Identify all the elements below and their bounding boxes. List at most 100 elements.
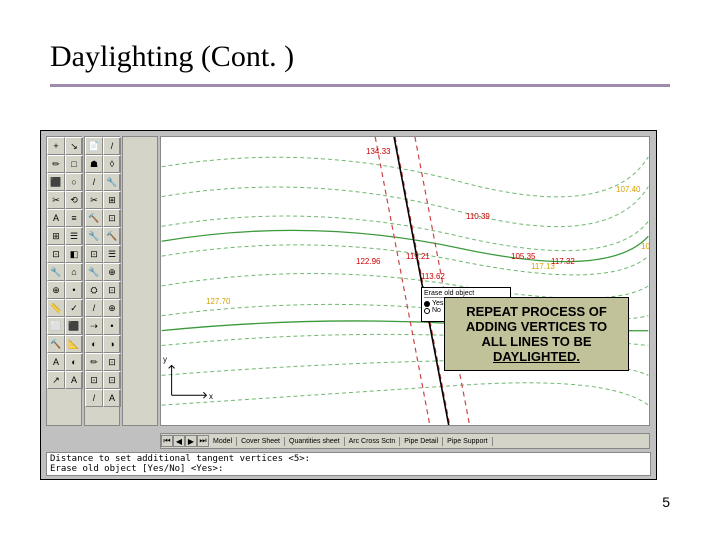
- tool-button[interactable]: ◐: [65, 353, 83, 371]
- drawing-canvas[interactable]: y x 134.33 110.39 107.40 122.96 119.21 113.62…: [160, 136, 650, 426]
- tool-button[interactable]: /: [85, 299, 103, 317]
- tool-button[interactable]: ⊡: [85, 371, 103, 389]
- title-divider: [50, 84, 670, 87]
- callout-line: ADDING VERTICES TO: [453, 319, 620, 334]
- instruction-callout: REPEAT PROCESS OF ADDING VERTICES TO ALL…: [444, 297, 629, 371]
- tool-button[interactable]: 🔧: [47, 263, 65, 281]
- tool-button[interactable]: +: [47, 137, 65, 155]
- tool-button[interactable]: ☗: [85, 155, 103, 173]
- tool-button[interactable]: ⊕: [103, 263, 121, 281]
- axis-y-label: y: [163, 355, 167, 364]
- tool-button[interactable]: 🔧: [103, 173, 121, 191]
- tool-button[interactable]: 📐: [65, 335, 83, 353]
- tool-button[interactable]: ⊕: [103, 299, 121, 317]
- cad-screenshot: +↘✏□⬛○✂⟲A≡⊞☰⊡◧🔧⌂⊕•📏✓⬜⬛🔨📐A◐↗A 📄/☗◊/🔧✂⊞🔨⊡🔧…: [40, 130, 657, 480]
- sheet-tab[interactable]: Pipe Detail: [400, 437, 443, 446]
- left-toolbar-2: 📄/☗◊/🔧✂⊞🔨⊡🔧🔨⊡☰🔧⊕⛭⊡/⊕⇢•◐◑✏⊡⊡⊡/A: [84, 136, 120, 426]
- tool-button[interactable]: ◧: [65, 245, 83, 263]
- sheet-tab[interactable]: Pipe Support: [443, 437, 492, 446]
- elevation-label: 105.35: [511, 252, 535, 261]
- tool-button[interactable]: A: [65, 371, 83, 389]
- dialog-no[interactable]: No: [432, 307, 441, 314]
- tool-button[interactable]: A: [47, 209, 65, 227]
- tool-button[interactable]: ⊞: [103, 191, 121, 209]
- tool-button[interactable]: A: [103, 389, 121, 407]
- tool-button[interactable]: ⬜: [47, 317, 65, 335]
- tool-button[interactable]: ✏: [85, 353, 103, 371]
- tool-button[interactable]: ✏: [47, 155, 65, 173]
- tool-button[interactable]: /: [103, 137, 121, 155]
- elevation-label: 122.96: [356, 257, 380, 266]
- tab-last-icon[interactable]: ⏭: [197, 435, 209, 447]
- tool-button[interactable]: ⊞: [47, 227, 65, 245]
- tool-button[interactable]: ⇢: [85, 317, 103, 335]
- tool-button[interactable]: ⊡: [103, 371, 121, 389]
- tool-button[interactable]: ⛭: [85, 281, 103, 299]
- tool-button[interactable]: ≡: [65, 209, 83, 227]
- elevation-label: 113.62: [421, 272, 445, 281]
- tool-button[interactable]: A: [47, 353, 65, 371]
- tool-button[interactable]: ⬛: [65, 317, 83, 335]
- tool-button[interactable]: 🔨: [47, 335, 65, 353]
- elevation-label: 127.70: [206, 297, 230, 306]
- tool-button[interactable]: ⊡: [85, 245, 103, 263]
- toolbar-spacer: [122, 136, 158, 426]
- elevation-label: 107.40: [616, 185, 640, 194]
- tool-button[interactable]: ☰: [65, 227, 83, 245]
- sheet-tab[interactable]: Cover Sheet: [237, 437, 285, 446]
- page-number: 5: [662, 494, 670, 510]
- slide-title: Daylighting (Cont. ): [50, 40, 670, 74]
- tool-button[interactable]: ⬛: [47, 173, 65, 191]
- callout-line: DAYLIGHTED.: [453, 349, 620, 364]
- tool-button[interactable]: 🔨: [85, 209, 103, 227]
- tab-first-icon[interactable]: ⏮: [161, 435, 173, 447]
- tool-button[interactable]: ⊕: [47, 281, 65, 299]
- tool-button[interactable]: ✂: [47, 191, 65, 209]
- tool-button[interactable]: 🔨: [103, 227, 121, 245]
- tool-button[interactable]: •: [103, 317, 121, 335]
- tool-button[interactable]: ⊡: [47, 245, 65, 263]
- tool-button[interactable]: ↗: [47, 371, 65, 389]
- tool-button[interactable]: ⊡: [103, 281, 121, 299]
- tool-button[interactable]: ☰: [103, 245, 121, 263]
- axis-x-label: x: [209, 392, 213, 401]
- tool-button[interactable]: /: [85, 389, 103, 407]
- sheet-tab[interactable]: Arc Cross Sctn: [345, 437, 401, 446]
- elevation-label: 134.33: [366, 147, 390, 156]
- tab-next-icon[interactable]: ▶: [185, 435, 197, 447]
- callout-line: ALL LINES TO BE: [453, 334, 620, 349]
- command-text-1: Distance to set additional tangent verti…: [50, 454, 647, 464]
- sheet-tab[interactable]: Model: [209, 437, 237, 446]
- tool-button[interactable]: ✓: [65, 299, 83, 317]
- tool-button[interactable]: ○: [65, 173, 83, 191]
- tool-button[interactable]: /: [85, 173, 103, 191]
- elevation-label: 110.39: [466, 212, 490, 221]
- tool-button[interactable]: ⌂: [65, 263, 83, 281]
- command-line[interactable]: Distance to set additional tangent verti…: [46, 452, 651, 476]
- tool-button[interactable]: ◐: [85, 335, 103, 353]
- elevation-label: 106.26: [641, 242, 650, 251]
- tool-button[interactable]: ↘: [65, 137, 83, 155]
- tab-prev-icon[interactable]: ◀: [173, 435, 185, 447]
- command-text-2: Erase old object [Yes/No] <Yes>:: [50, 464, 647, 474]
- tool-button[interactable]: 📏: [47, 299, 65, 317]
- tool-button[interactable]: ⊡: [103, 353, 121, 371]
- tool-button[interactable]: ✂: [85, 191, 103, 209]
- tool-button[interactable]: ◊: [103, 155, 121, 173]
- tool-button[interactable]: ⟲: [65, 191, 83, 209]
- elevation-label: 119.21: [406, 252, 430, 261]
- tool-button[interactable]: 📄: [85, 137, 103, 155]
- tool-button[interactable]: 🔧: [85, 227, 103, 245]
- tool-button[interactable]: ◑: [103, 335, 121, 353]
- tool-button[interactable]: □: [65, 155, 83, 173]
- contour-lines: [161, 137, 649, 425]
- callout-line: REPEAT PROCESS OF: [453, 304, 620, 319]
- dialog-yes[interactable]: Yes: [432, 300, 443, 307]
- sheet-tab[interactable]: Quantities sheet: [285, 437, 345, 446]
- tool-button[interactable]: •: [65, 281, 83, 299]
- tool-button[interactable]: ⊡: [103, 209, 121, 227]
- sheet-tabs: ⏮ ◀ ▶ ⏭ ModelCover SheetQuantities sheet…: [160, 433, 650, 449]
- elevation-label: 117.32: [551, 257, 575, 266]
- left-toolbar-1: +↘✏□⬛○✂⟲A≡⊞☰⊡◧🔧⌂⊕•📏✓⬜⬛🔨📐A◐↗A: [46, 136, 82, 426]
- tool-button[interactable]: 🔧: [85, 263, 103, 281]
